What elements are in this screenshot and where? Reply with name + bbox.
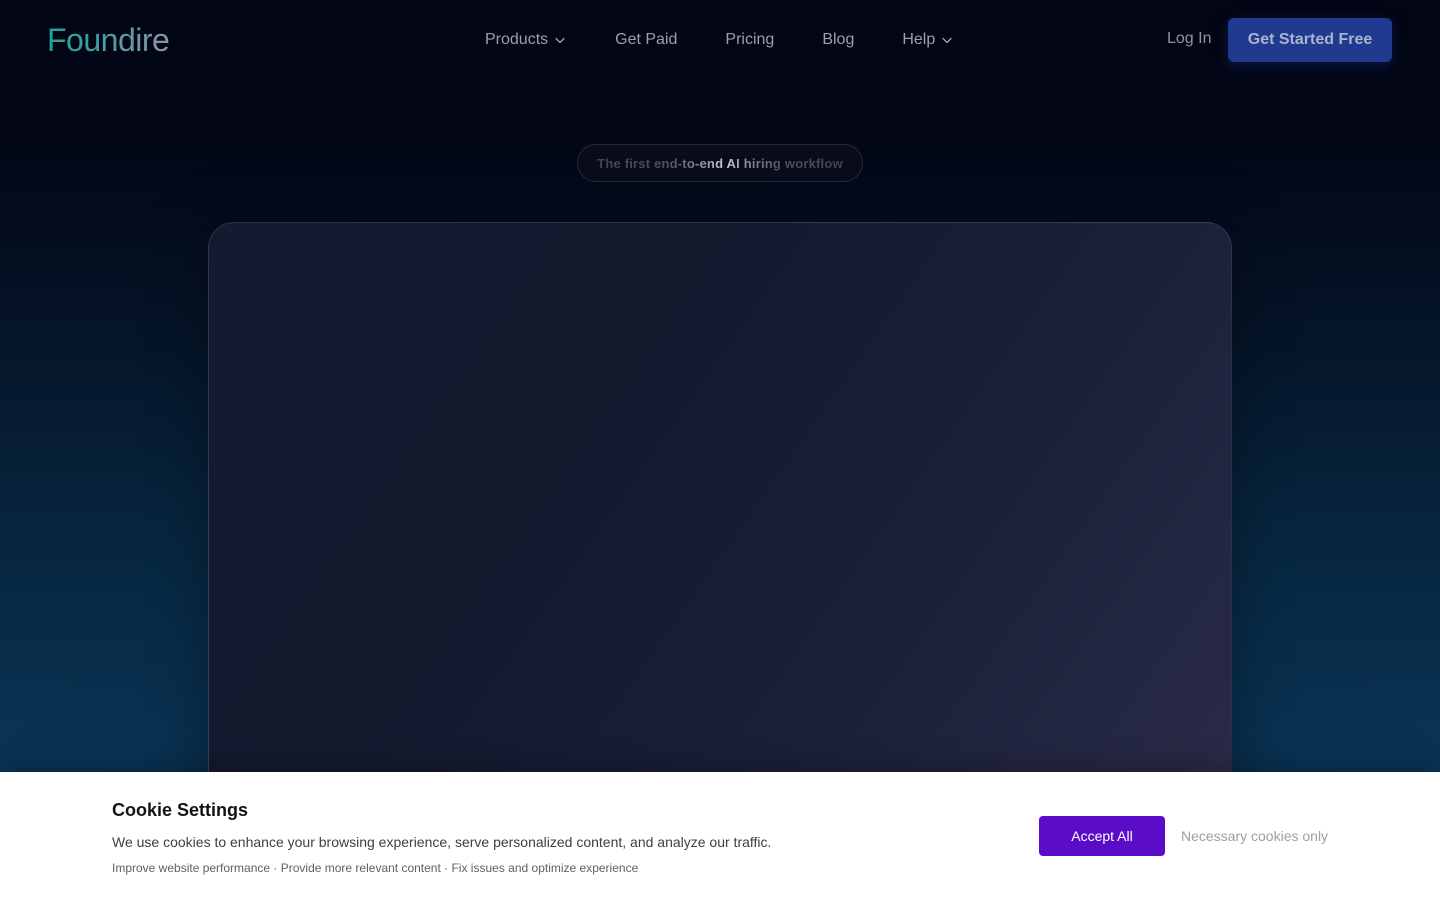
main-nav: Products Get Paid Pricing Blog Help [485, 30, 954, 50]
nav-item-label: Pricing [725, 31, 775, 48]
nav-item-blog[interactable]: Blog [822, 30, 854, 50]
product-preview-card [208, 222, 1232, 842]
cookie-banner-title: Cookie Settings [112, 800, 249, 820]
chevron-down-icon [940, 33, 954, 47]
cookie-banner-features: Improve website performance · Provide mo… [112, 861, 639, 875]
site-header: Foundire Products Get Paid Pricing Blog … [0, 0, 1440, 80]
nav-item-label: Blog [822, 31, 855, 48]
nav-item-label: Products [485, 31, 549, 48]
nav-item-label: Help [902, 31, 936, 48]
get-started-button[interactable]: Get Started Free [1228, 18, 1392, 62]
cookie-banner-description: We use cookies to enhance your browsing … [112, 834, 772, 850]
nav-item-pricing[interactable]: Pricing [725, 30, 774, 50]
chevron-down-icon [553, 33, 567, 47]
nav-item-products[interactable]: Products [485, 30, 567, 50]
nav-item-get-paid[interactable]: Get Paid [615, 30, 677, 50]
nav-item-label: Get Paid [615, 31, 678, 48]
necessary-cookies-button[interactable]: Necessary cookies only [1181, 828, 1328, 844]
login-link[interactable]: Log In [1167, 30, 1211, 48]
cookie-banner: Cookie Settings We use cookies to enhanc… [0, 772, 1440, 900]
hero-badge: The first end-to-end AI hiring workflow [577, 144, 863, 182]
accept-all-button[interactable]: Accept All [1039, 816, 1165, 856]
hero-badge-text: The first end-to-end AI hiring workflow [597, 155, 843, 171]
foundire-logo[interactable]: Foundire [47, 22, 170, 59]
nav-item-help[interactable]: Help [902, 30, 954, 50]
